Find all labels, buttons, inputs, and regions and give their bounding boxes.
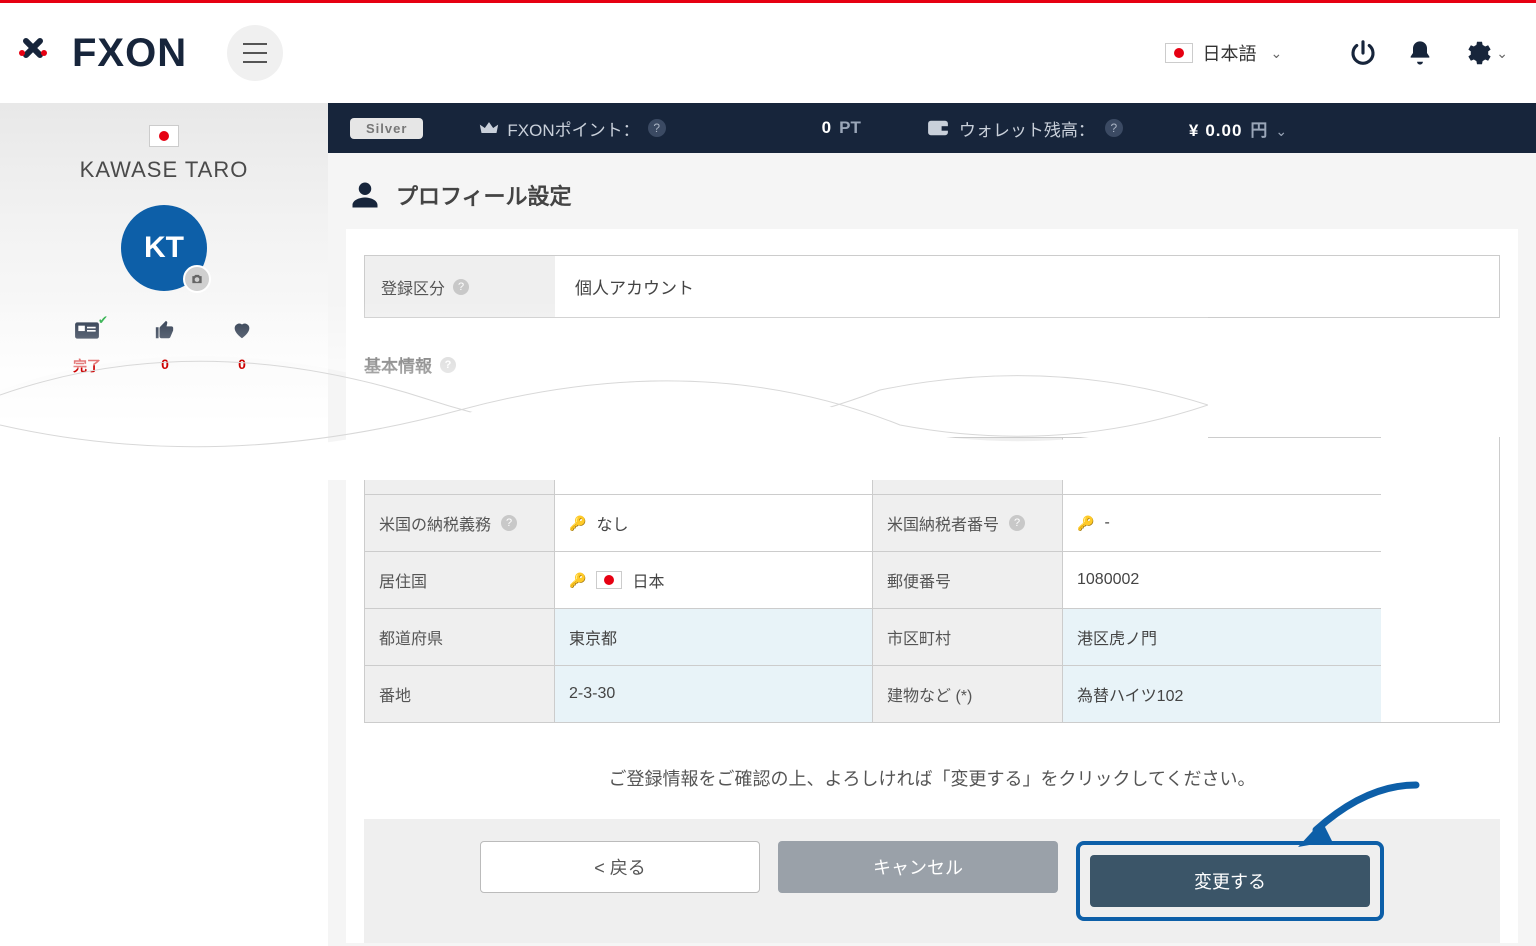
sidebar: KAWASE TARO KT 完了 0 xyxy=(0,103,328,946)
chevron-down-icon[interactable]: ⌄ xyxy=(1275,123,1287,140)
cancel-button[interactable]: キャンセル xyxy=(778,841,1058,893)
profile-card: 登録区分 ? 個人アカウント 基本情報 ? 性別 🔑 男性 生年月日 🔑 1980.… xyxy=(346,229,1518,943)
settings-gear-icon[interactable]: ⌄ xyxy=(1462,38,1508,68)
japan-flag-icon xyxy=(1165,43,1193,63)
gender-label: 性別 xyxy=(365,437,555,494)
pref-value: 東京都 xyxy=(555,608,873,665)
registration-type-row: 登録区分 ? 個人アカウント xyxy=(364,255,1500,318)
header: FXON 日本語 ⌄ ⌄ xyxy=(0,3,1536,103)
submit-button[interactable]: 変更する xyxy=(1090,855,1370,907)
info-table: 性別 🔑 男性 生年月日 🔑 1980.01.01 米国の納税義務 ? 🔑 なし 米国… xyxy=(364,437,1500,723)
balance-symbol: ¥ xyxy=(1189,121,1199,141)
brand-logo[interactable]: FXON xyxy=(18,31,187,76)
balance-value: 0.00 xyxy=(1205,121,1242,141)
bldg-label: 建物など (*) xyxy=(873,665,1063,722)
content: Silver FXONポイント： ? 0 PT ウォレット残高： ? ¥ 0.0… xyxy=(328,103,1536,946)
pref-label: 都道府県 xyxy=(365,608,555,665)
avatar[interactable]: KT xyxy=(121,205,207,291)
gender-value: 男性 xyxy=(596,454,628,478)
button-bar: < 戻る キャンセル 変更する xyxy=(364,819,1500,943)
dob-value: 1980.01.01 xyxy=(1104,457,1184,475)
brand-text: FXON xyxy=(72,31,187,76)
help-icon[interactable]: ? xyxy=(1009,515,1025,531)
stat-likes-count: 0 xyxy=(161,356,169,372)
usid-value: - xyxy=(1104,514,1109,532)
heart-icon xyxy=(229,319,255,346)
bell-icon[interactable] xyxy=(1406,39,1434,67)
wallet-label: ウォレット残高： ? xyxy=(927,116,1123,141)
japan-flag-icon xyxy=(596,571,622,589)
id-card-icon xyxy=(74,319,100,346)
confirm-instruction: ご登録情報をご確認の上、よろしければ「変更する」をクリックしてください。 xyxy=(364,765,1500,791)
help-icon[interactable]: ? xyxy=(1105,119,1123,137)
language-label: 日本語 xyxy=(1203,40,1257,66)
lock-icon: 🔑 xyxy=(1077,515,1094,532)
page-title: プロフィール設定 xyxy=(328,153,1536,229)
country-label: 居住国 xyxy=(365,551,555,608)
brand-mark-icon xyxy=(18,33,66,73)
balance-unit: 円 xyxy=(1250,116,1267,141)
lock-icon: 🔑 xyxy=(569,572,586,589)
ustax-label: 米国の納税義務 xyxy=(379,511,491,535)
user-country-flag xyxy=(149,125,179,147)
camera-icon[interactable] xyxy=(183,265,211,293)
tier-badge: Silver xyxy=(350,118,423,139)
sidebar-stats: 完了 0 0 xyxy=(73,319,255,376)
back-button[interactable]: < 戻る xyxy=(480,841,760,893)
help-icon[interactable]: ? xyxy=(648,119,666,137)
lock-icon: 🔑 xyxy=(1077,458,1094,475)
lock-icon: 🔑 xyxy=(569,515,586,532)
zip-value: 1080002 xyxy=(1063,551,1381,608)
power-icon[interactable] xyxy=(1348,38,1378,68)
person-icon xyxy=(350,180,380,210)
stat-favorites[interactable]: 0 xyxy=(229,319,255,376)
ustax-value: なし xyxy=(596,511,628,535)
addr-label: 番地 xyxy=(365,665,555,722)
stat-fav-count: 0 xyxy=(238,356,246,372)
stat-verified[interactable]: 完了 xyxy=(73,319,101,376)
zip-label: 郵便番号 xyxy=(873,551,1063,608)
reg-value: 個人アカウント xyxy=(555,256,1499,317)
reg-label: 登録区分 xyxy=(381,275,445,299)
help-icon[interactable]: ? xyxy=(440,357,456,373)
city-value: 港区虎ノ門 xyxy=(1063,608,1381,665)
bldg-value: 為替ハイツ102 xyxy=(1063,665,1381,722)
addr-value: 2-3-30 xyxy=(555,665,873,722)
stat-likes[interactable]: 0 xyxy=(153,319,177,376)
help-icon[interactable]: ? xyxy=(501,515,517,531)
chevron-down-icon: ⌄ xyxy=(1271,45,1283,62)
status-bar: Silver FXONポイント： ? 0 PT ウォレット残高： ? ¥ 0.0… xyxy=(328,103,1536,153)
city-label: 市区町村 xyxy=(873,608,1063,665)
usid-label: 米国納税者番号 xyxy=(887,511,999,535)
country-value: 日本 xyxy=(632,568,664,592)
dob-label: 生年月日 xyxy=(873,437,1063,494)
lock-icon: 🔑 xyxy=(569,458,586,475)
basic-info-heading: 基本情報 ? xyxy=(364,352,1500,377)
points-value: 0 xyxy=(822,118,833,138)
points-label: FXONポイント： ? xyxy=(479,116,665,141)
help-icon[interactable]: ? xyxy=(453,279,469,295)
chevron-down-icon: ⌄ xyxy=(1496,45,1508,62)
crown-icon xyxy=(479,119,499,137)
wallet-icon xyxy=(927,119,949,137)
stat-verified-label: 完了 xyxy=(73,356,101,376)
language-selector[interactable]: 日本語 ⌄ xyxy=(1165,40,1283,66)
submit-highlight-frame: 変更する xyxy=(1076,841,1384,921)
user-name: KAWASE TARO xyxy=(80,157,249,183)
points-unit: PT xyxy=(839,118,861,138)
menu-toggle[interactable] xyxy=(227,25,283,81)
thumbs-up-icon xyxy=(153,319,177,346)
